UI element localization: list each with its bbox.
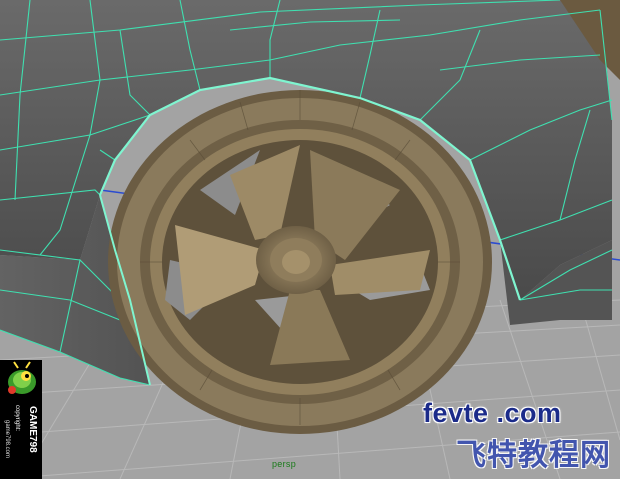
logo-copyright: copyright: xyxy=(14,405,20,432)
watermark-site-url: fevte .com xyxy=(423,398,562,428)
logo-name: GAME798 xyxy=(27,406,38,453)
bug-mascot-icon xyxy=(8,361,36,394)
hub-center xyxy=(282,250,310,274)
wheel-model xyxy=(108,90,492,434)
watermark-site-name: 飞特教程网 xyxy=(456,438,611,473)
camera-label: persp xyxy=(272,459,297,469)
3d-viewport-persp[interactable]: persp fevte .com 飞特教程网 GAME798 copyright… xyxy=(0,0,620,479)
logo-url: game798.com xyxy=(4,420,10,459)
